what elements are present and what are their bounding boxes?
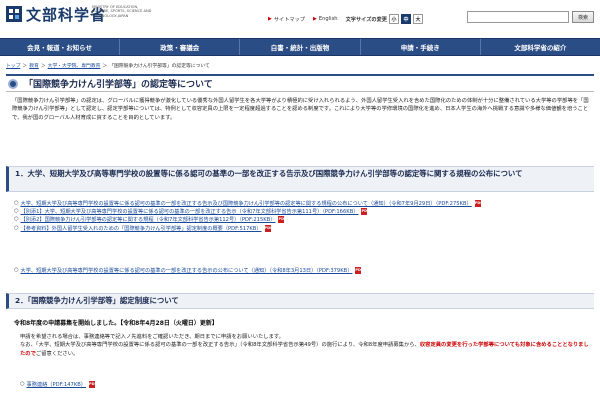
breadcrumb-education[interactable]: 教育 <box>29 62 39 69</box>
search-button[interactable]: 検索 <box>572 11 594 23</box>
list-item: ○ 大学、短期大学及び高等専門学校の設置等に係る認可の基準の一部を改正する告示の… <box>14 267 592 275</box>
notice-text-end: ご留意ください。 <box>35 350 79 357</box>
document-link[interactable]: 事務連絡（PDF:147KB） <box>27 382 86 388</box>
title-bullet-icon <box>8 78 18 89</box>
nav-item-about[interactable]: 文部科学省の紹介 <box>481 39 600 55</box>
circle-bullet-icon: ○ <box>14 224 19 231</box>
section-1-heading: 1．大学、短期大学及び高等専門学校の設置等に係る認可の基準の一部を改正する告示及… <box>6 166 594 192</box>
pdf-icon: PDF <box>264 224 273 232</box>
circle-bullet-icon: ○ <box>14 267 19 273</box>
page-title-bar: 「国際競争力けん引学部等」の認定等について <box>6 74 594 92</box>
notice-line-1: 申請を希望される場合は、事務連絡等で記入ノ先進料をご確認いただき、期日までに申請… <box>20 334 284 340</box>
arrow-right-icon: ▶ <box>268 16 272 22</box>
nav-item-policy[interactable]: 政策・審議会 <box>120 39 241 55</box>
english-label: English <box>318 16 338 22</box>
nav-item-press[interactable]: 会見・報道・お知らせ <box>0 39 121 55</box>
breadcrumb-separator: ＞ <box>22 64 28 69</box>
site-logo-english: MINISTRY OF EDUCATION, CULTURE, SPORTS, … <box>92 5 152 18</box>
text-size-control: 文字サイズの変更 小 中 大 <box>346 14 423 24</box>
list-item: ○ 【別添2】国際競争力けん引学部等の認定等に関する規程（令和7年文部科学省告示… <box>14 216 592 224</box>
notice-body: 申請を希望される場合は、事務連絡等で記入ノ先進料をご確認いただき、期日までに申請… <box>20 333 590 358</box>
english-link[interactable]: ▶ English <box>313 16 338 22</box>
circle-bullet-icon: ○ <box>14 216 19 223</box>
text-size-medium-button[interactable]: 中 <box>400 14 411 24</box>
pdf-icon: PDF <box>355 267 364 274</box>
notice-link-list: ○ 事務連絡（PDF:147KB） PDF <box>20 381 598 389</box>
pdf-icon: PDF <box>361 208 370 216</box>
list-item: ○ 【参考資料】外国人留学生受入れのための「国際競争力けん引学部等」認定制度の概… <box>14 224 592 233</box>
search-input[interactable] <box>467 11 569 23</box>
circle-bullet-icon: ○ <box>20 381 25 387</box>
document-link[interactable]: 大学、短期大学及び高等専門学校の設置等に係る認可の基準の一部を改正する告示及び国… <box>21 201 472 207</box>
breadcrumb-university[interactable]: 大学・大学院、専門教育 <box>48 62 101 69</box>
pdf-icon: PDF <box>474 200 483 207</box>
text-size-label: 文字サイズの変更 <box>345 16 387 23</box>
ministry-logo-icon[interactable] <box>6 6 22 22</box>
pdf-icon: PDF <box>278 216 287 224</box>
notice-title: 令和8年度の申請募集を開始しました。【令和8年4月28日（火曜日）更新】 <box>14 320 218 327</box>
arrow-right-icon: ▶ <box>313 16 317 22</box>
breadcrumb: トップ ＞ 教育 ＞ 大学・大学院、専門教育 ＞ 「国際競争力けん引学部等」の認… <box>6 62 210 69</box>
sitemap-link[interactable]: ▶ サイトマップ <box>268 16 305 23</box>
site-header: 文部科学省 MINISTRY OF EDUCATION, CULTURE, SP… <box>0 0 600 38</box>
breadcrumb-separator: ＞ <box>40 64 46 69</box>
global-nav: 会見・報道・お知らせ 政策・審議会 白書・統計・出版物 申請・手続き 文部科学省… <box>0 38 600 56</box>
page-title: 「国際競争力けん引学部等」の認定等について <box>24 80 213 90</box>
section-1-link-list: ○ 大学、短期大学及び高等専門学校の設置等に係る認可の基準の一部を改正する告示及… <box>14 200 592 233</box>
circle-bullet-icon: ○ <box>14 208 19 215</box>
pdf-icon: PDF <box>88 381 98 388</box>
text-size-small-button[interactable]: 小 <box>388 14 399 24</box>
notice-line-2: なお、「大学、短期大学及び高等専門学校の設置等に係る認可の基準の一部を改正する告… <box>20 341 590 358</box>
list-item: ○ 大学、短期大学及び高等専門学校の設置等に係る認可の基準の一部を改正する告示及… <box>14 200 592 208</box>
utility-links: ▶ サイトマップ ▶ English 文字サイズの変更 小 中 大 <box>268 14 423 24</box>
section-1b-link-list: ○ 大学、短期大学及び高等専門学校の設置等に係る認可の基準の一部を改正する告示の… <box>14 267 592 275</box>
list-item: ○ 【別添1】大学、短期大学及び高等専門学校の設置等に係る認可の基準の一部を改正… <box>14 208 592 216</box>
sitemap-label: サイトマップ <box>273 16 305 23</box>
document-link[interactable]: 大学、短期大学及び高等専門学校の設置等に係る認可の基準の一部を改正する告示の公布… <box>21 268 353 274</box>
list-item: ○ 事務連絡（PDF:147KB） PDF <box>20 381 598 389</box>
nav-item-applications[interactable]: 申請・手続き <box>361 39 481 55</box>
document-link[interactable]: 【参考資料】外国人留学生受入れのための「国際競争力けん引学部等」認定制度の概要（… <box>21 226 262 232</box>
breadcrumb-separator: ＞ <box>102 64 108 69</box>
notice-text: なお、「大学、短期大学及び高等専門学校の設置等に係る認可の基準の一部を改正する告… <box>20 342 420 349</box>
nav-item-publications[interactable]: 白書・統計・出版物 <box>240 39 361 55</box>
intro-paragraph: 「国際競争力けん引学部等」の認定は、グローバルに獲得競争が激化している優秀な外国… <box>12 98 589 121</box>
breadcrumb-top[interactable]: トップ <box>6 62 20 69</box>
document-link[interactable]: 【別添1】大学、短期大学及び高等専門学校の設置等に係る認可の基準の一部を改正する… <box>21 209 359 215</box>
breadcrumb-current: 「国際競争力けん引学部等」の認定等について <box>109 64 210 69</box>
section-2-heading: 2．「国際競争力けん引学部等」認定制度について <box>6 293 594 309</box>
circle-bullet-icon: ○ <box>14 200 19 206</box>
document-link[interactable]: 【別添2】国際競争力けん引学部等の認定等に関する規程（令和7年文部科学省告示第1… <box>21 217 276 223</box>
text-size-large-button[interactable]: 大 <box>412 14 423 24</box>
